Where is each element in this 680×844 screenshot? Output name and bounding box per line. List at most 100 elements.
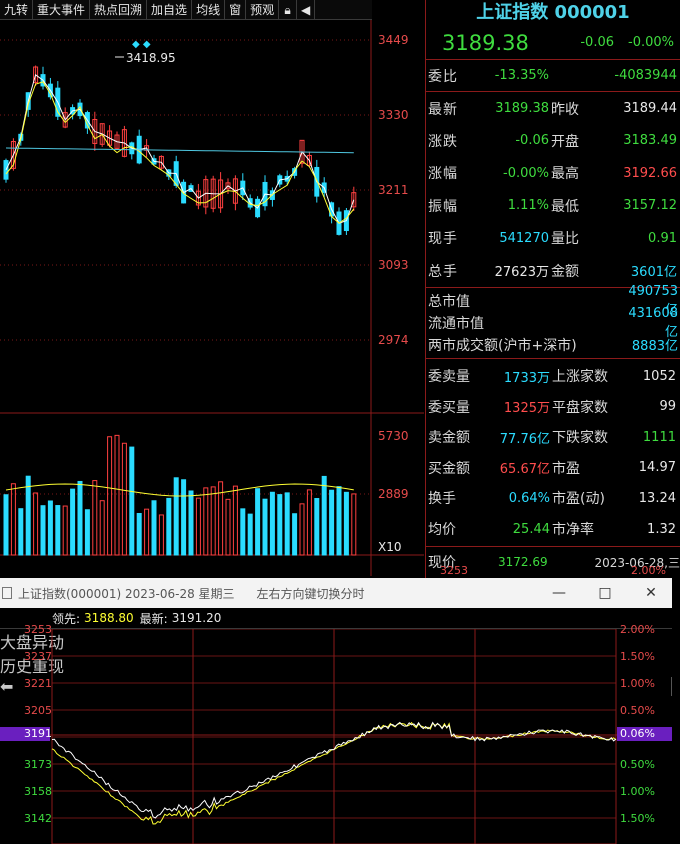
- intraday-pct-tick: 1.00%: [620, 785, 655, 798]
- row-label: 两市成交额(沪市+深市): [428, 337, 577, 354]
- volume-bar: [77, 480, 83, 556]
- row-value: 0.91: [648, 230, 677, 246]
- volume-bar: [121, 442, 127, 556]
- volume-bar: [225, 498, 231, 556]
- volume-bar: [195, 497, 201, 556]
- volume-bar: [166, 497, 172, 556]
- row-label: 振幅: [428, 198, 458, 215]
- volume-bar: [284, 492, 290, 556]
- row-value: 14.97: [638, 460, 676, 476]
- volume-bar: [321, 475, 327, 556]
- row-value: 1325万: [503, 401, 550, 417]
- row-label: 委比: [428, 68, 458, 85]
- quote-row-wei-bi: 委比 -13.35% -4083944: [426, 60, 680, 93]
- toolbar-add-watchlist[interactable]: 加自选: [147, 0, 193, 20]
- kline-svg: ◆ ◆: [0, 20, 424, 576]
- row-value: 3189.38: [495, 101, 549, 117]
- volume-bar: [314, 498, 320, 556]
- peek-percent: 2.00%: [631, 564, 666, 577]
- intraday-pct-tick: 0.50%: [620, 758, 655, 771]
- row-label: 下跌家数: [552, 430, 608, 447]
- volume-bar: [47, 500, 53, 556]
- lock-icon[interactable]: 🔒︎: [279, 0, 298, 20]
- volume-bar: [299, 503, 305, 556]
- stats-row-turnover-rate: 换手 0.64% 市盈(动) 13.24: [426, 483, 680, 514]
- market-row-float-cap: 流通市值 431608亿: [426, 306, 680, 340]
- volume-bar: [210, 486, 216, 556]
- toolbar-moving-average[interactable]: 均线: [192, 0, 226, 20]
- volume-bar: [136, 513, 142, 556]
- kline-chart: ◆ ◆ 3449 3330 3211 3093 2974 5730 2889 X…: [0, 20, 424, 576]
- volume-bar: [262, 498, 268, 556]
- volume-bar: [203, 487, 209, 556]
- volume-bar: [144, 508, 150, 556]
- volume-bar: [247, 513, 253, 556]
- volume-bar: [129, 446, 135, 556]
- row-label: 卖金额: [428, 430, 470, 447]
- volume-bar: [40, 505, 46, 556]
- stats-row-sell-amount: 卖金额 77.76亿 下跌家数 1111: [426, 422, 680, 453]
- toolbar-hot-review[interactable]: 热点回溯: [90, 0, 148, 20]
- volume-bar: [84, 509, 90, 556]
- price-tick: 3330: [378, 108, 409, 122]
- row-value: 3157.12: [623, 198, 677, 214]
- row-value: 3183.49: [623, 133, 677, 149]
- row-value: 541270: [499, 230, 549, 246]
- expand-left-icon[interactable]: ◀: [297, 0, 316, 20]
- row-label: 总市值: [428, 293, 470, 310]
- market-row-turnover: 两市成交额(沪市+深市) 8883亿: [426, 334, 680, 356]
- row-value: 8883亿: [631, 339, 678, 355]
- volume-bar: [292, 513, 298, 556]
- volume-bar: [107, 436, 113, 556]
- intraday-price-tick: 3253: [24, 623, 52, 636]
- volume-bar: [70, 488, 76, 556]
- toolbar-nine-turn[interactable]: 九转: [0, 0, 34, 20]
- row-value: 27623万: [494, 265, 549, 281]
- row-value: 1.32: [647, 521, 676, 537]
- price-change: -0.06: [580, 35, 614, 50]
- toolbar-major-events[interactable]: 重大事件: [33, 0, 91, 20]
- intraday-price-tick: 3205: [24, 704, 52, 717]
- toolbar-preview[interactable]: 预观: [246, 0, 280, 20]
- latest-label: 最新:: [139, 611, 168, 626]
- index-title: 上证指数 000001: [476, 2, 630, 23]
- volume-bar: [329, 489, 335, 556]
- close-icon[interactable]: ✕: [628, 578, 674, 608]
- price-row: 3189.38 -0.06 -0.00%: [426, 26, 680, 60]
- row-value: 13.24: [638, 490, 676, 506]
- volume-tick: 2889: [378, 487, 409, 501]
- intraday-price-tick: 3173: [24, 758, 52, 771]
- volume-ma-line: [5, 483, 354, 497]
- row-value: 1052: [642, 368, 676, 384]
- lead-value: 3188.80: [84, 611, 134, 625]
- intraday-window: 上证指数(000001) 2023-06-28 星期三 左右方向键切换分时 — …: [0, 578, 672, 844]
- row-label: 买金额: [428, 460, 470, 477]
- toolbar-window[interactable]: 窗: [225, 0, 247, 20]
- row-value: 77.76亿: [499, 431, 550, 447]
- row-label: 市净率: [552, 522, 594, 538]
- volume-tick: 5730: [378, 429, 409, 443]
- window-title: 上证指数(000001) 2023-06-28 星期三: [18, 586, 235, 601]
- price-tick: 2974: [378, 333, 409, 347]
- minimize-icon[interactable]: —: [536, 578, 582, 608]
- now-value: 3172.69: [498, 555, 548, 570]
- quote-rows: 委比 -13.35% -4083944 最新 3189.38 昨收 3189.4…: [426, 60, 680, 288]
- volume-bar: [232, 485, 238, 556]
- row-value: 0.64%: [508, 490, 550, 506]
- row-value: 3189.44: [623, 101, 677, 117]
- row-value: 25.44: [512, 521, 550, 537]
- row-value: 3601亿: [630, 265, 677, 281]
- peek-price: 3253: [440, 564, 468, 577]
- maximize-icon[interactable]: □: [582, 578, 628, 608]
- row-label: 委卖量: [428, 369, 470, 386]
- volume-bar: [173, 477, 179, 556]
- volume-bar: [255, 488, 261, 556]
- price-change-pct: -0.00%: [628, 35, 674, 50]
- intraday-price-tick: 3221: [24, 677, 52, 690]
- row-value: 1733万: [503, 370, 550, 386]
- intraday-price-tick: 3158: [24, 785, 52, 798]
- stats-row-average-price: 均价 25.44 市净率 1.32: [426, 514, 680, 545]
- order-stats-block: 委卖量 1733万 上涨家数 1052 委买量 1325万 平盘家数 99 卖金…: [426, 359, 680, 548]
- volume-bar: [92, 480, 98, 556]
- window-app-icon: [2, 587, 12, 599]
